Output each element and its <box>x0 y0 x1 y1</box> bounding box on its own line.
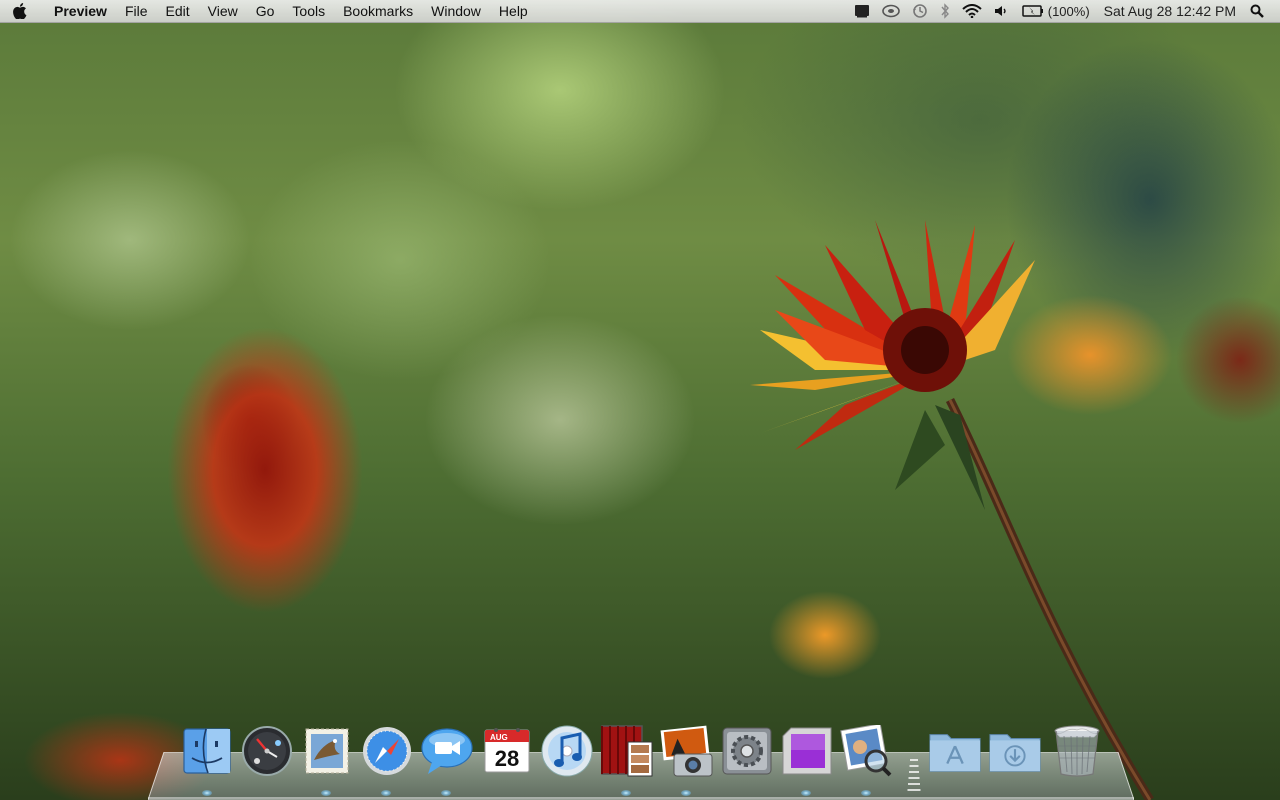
running-indicator <box>801 790 811 796</box>
dock-separator <box>907 759 921 791</box>
bluetooth-menu-extra[interactable] <box>934 0 956 22</box>
dock-itunes[interactable] <box>540 724 594 778</box>
menu-help[interactable]: Help <box>490 0 537 22</box>
wifi-menu-extra[interactable] <box>956 0 988 22</box>
display-menu-extra[interactable] <box>848 0 876 22</box>
itunes-icon <box>541 725 593 777</box>
battery-percentage: (100%) <box>1047 3 1090 19</box>
menu-clock[interactable]: Sat Aug 28 12:42 PM <box>1096 0 1244 22</box>
spotlight-search-icon <box>1250 4 1264 18</box>
menu-tools[interactable]: Tools <box>283 0 334 22</box>
running-indicator <box>202 790 212 796</box>
menu-go[interactable]: Go <box>247 0 284 22</box>
finder-icon <box>183 728 231 774</box>
menu-bookmarks[interactable]: Bookmarks <box>334 0 422 22</box>
running-indicator <box>441 790 451 796</box>
dock-ical[interactable]: AUG 28 <box>480 724 534 778</box>
safari-icon <box>363 727 411 775</box>
desktop-wallpaper <box>0 0 1280 800</box>
iphoto-icon <box>660 725 713 777</box>
dock-purple-app[interactable] <box>780 724 834 778</box>
downloads-folder-icon <box>989 734 1041 772</box>
spotlight-button[interactable] <box>1244 0 1270 22</box>
menu-edit[interactable]: Edit <box>157 0 199 22</box>
bluetooth-icon <box>941 3 949 19</box>
menu-bar: Preview File Edit View Go Tools Bookmark… <box>0 0 1280 23</box>
dock-mail[interactable] <box>300 724 354 778</box>
dock-applications-stack[interactable] <box>928 724 982 778</box>
dock-ichat[interactable] <box>420 724 474 778</box>
battery-menu-extra[interactable]: (100%) <box>1016 0 1096 22</box>
running-indicator <box>861 790 871 796</box>
applications-folder-icon <box>929 734 981 772</box>
wifi-icon <box>962 4 982 18</box>
time-machine-icon <box>912 4 927 18</box>
purple-app-icon <box>782 727 832 775</box>
menu-window[interactable]: Window <box>422 0 490 22</box>
menu-file[interactable]: File <box>116 0 157 22</box>
display-icon <box>854 5 869 18</box>
wallpaper-flower <box>750 220 1154 800</box>
dashboard-icon <box>242 726 292 776</box>
volume-icon <box>994 6 1006 16</box>
apple-icon <box>13 3 27 19</box>
trash-icon <box>1054 725 1100 777</box>
system-preferences-icon <box>722 727 772 775</box>
running-indicator <box>321 790 331 796</box>
remote-disc-icon <box>881 4 900 18</box>
ical-icon: AUG 28 <box>484 728 530 773</box>
dock-iphoto[interactable] <box>660 724 714 778</box>
volume-menu-extra[interactable] <box>988 0 1016 22</box>
ical-day: 28 <box>495 746 519 771</box>
battery-icon <box>1022 5 1043 17</box>
preview-icon <box>840 725 892 777</box>
ichat-icon <box>421 728 473 774</box>
time-machine-menu-extra[interactable] <box>906 0 934 22</box>
dock-dashboard[interactable] <box>240 724 294 778</box>
running-indicator <box>621 790 631 796</box>
front-row-icon <box>601 725 653 777</box>
mail-icon <box>305 728 349 774</box>
remote-disc-menu-extra[interactable] <box>876 0 906 22</box>
dock-downloads-stack[interactable] <box>988 724 1042 778</box>
dock-trash[interactable] <box>1050 724 1104 778</box>
running-indicator <box>681 790 691 796</box>
dock-front-row[interactable] <box>600 724 654 778</box>
menu-app-preview[interactable]: Preview <box>40 0 116 22</box>
dock-system-preferences[interactable] <box>720 724 774 778</box>
apple-menu-button[interactable] <box>0 0 40 22</box>
dock-finder[interactable] <box>180 724 234 778</box>
dock-preview[interactable] <box>840 724 894 778</box>
running-indicator <box>381 790 391 796</box>
dock-safari[interactable] <box>360 724 414 778</box>
ical-month: AUG <box>490 733 508 742</box>
menu-view[interactable]: View <box>199 0 247 22</box>
